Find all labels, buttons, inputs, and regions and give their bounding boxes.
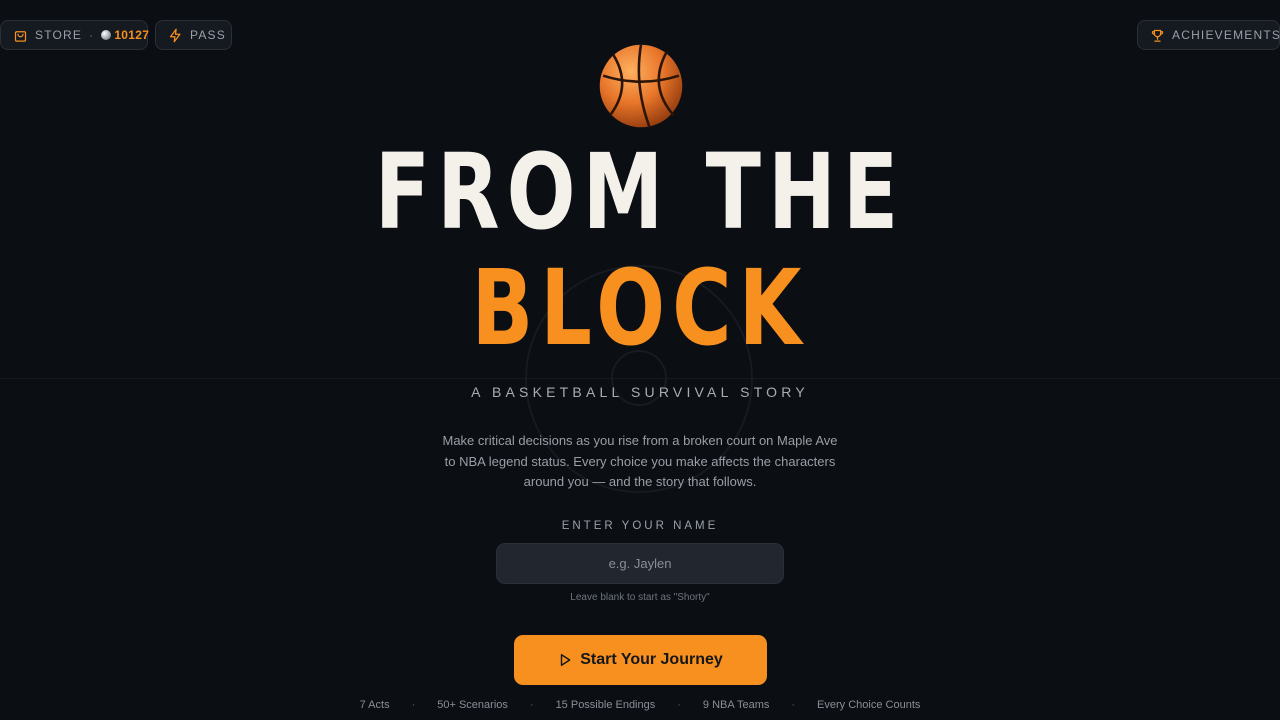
title-line-2: BLOCK xyxy=(471,247,809,369)
stat-separator: · xyxy=(677,699,681,711)
store-separator: · xyxy=(89,28,95,42)
stat-teams: 9 NBA Teams xyxy=(702,699,770,711)
name-label: ENTER YOUR NAME xyxy=(561,520,719,532)
stat-separator: · xyxy=(529,699,534,711)
coin-balance: 10127 xyxy=(101,28,149,42)
shopping-bag-icon xyxy=(14,30,27,42)
start-journey-button[interactable]: Start Your Journey xyxy=(514,635,767,685)
achievements-button[interactable]: ACHIEVEMENTS xyxy=(1137,20,1280,50)
pass-label: PASS xyxy=(190,28,226,42)
title-line-1: FROM THE xyxy=(374,131,906,253)
play-icon xyxy=(561,654,571,666)
stat-acts: 7 Acts xyxy=(359,699,390,711)
coin-count: 10127 xyxy=(114,28,150,42)
start-journey-label: Start Your Journey xyxy=(580,651,723,668)
name-input[interactable] xyxy=(496,543,784,584)
description: Make critical decisions as you rise from… xyxy=(442,433,838,489)
stat-separator: · xyxy=(791,699,796,711)
store-button[interactable]: STORE · 10127 xyxy=(0,20,149,50)
pass-button[interactable]: PASS xyxy=(155,20,232,50)
stat-endings: 15 Possible Endings xyxy=(555,699,656,711)
store-label: STORE xyxy=(35,28,83,42)
achievements-label: ACHIEVEMENTS xyxy=(1172,28,1280,42)
stat-separator: · xyxy=(411,699,416,711)
basketball-icon xyxy=(599,44,683,128)
stats-row: 7 Acts · 50+ Scenarios · 15 Possible End… xyxy=(0,699,1280,711)
coin-icon xyxy=(101,30,112,40)
stat-scenarios: 50+ Scenarios xyxy=(437,699,508,711)
stat-choices: Every Choice Counts xyxy=(817,699,921,711)
name-hint: Leave blank to start as "Shorty" xyxy=(570,592,710,603)
trophy-icon xyxy=(1151,29,1164,42)
subtitle: A BASKETBALL SURVIVAL STORY xyxy=(471,384,809,400)
lightning-icon xyxy=(169,28,181,42)
